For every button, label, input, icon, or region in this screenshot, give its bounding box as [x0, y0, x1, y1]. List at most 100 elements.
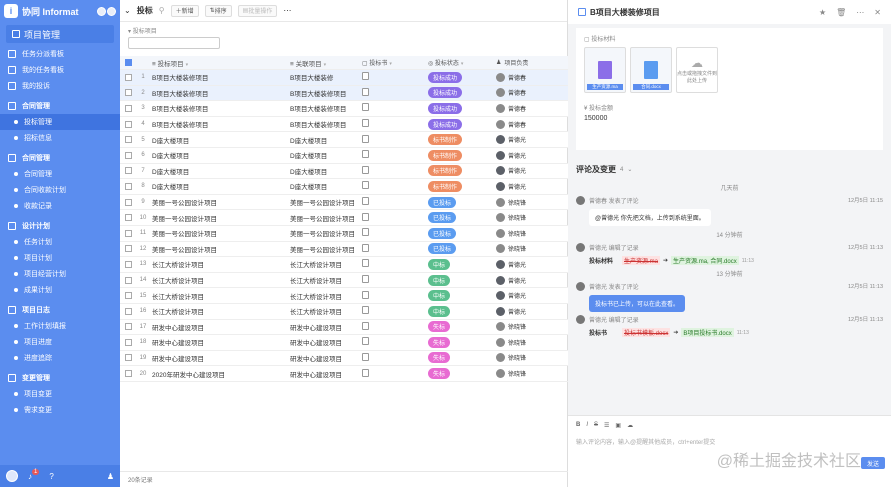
delete-icon[interactable]: 🗑	[836, 8, 846, 17]
image-icon[interactable]: ▣	[615, 422, 621, 429]
bid-name[interactable]: 2020年研发中心建设项目	[150, 369, 288, 379]
row-checkbox[interactable]	[124, 136, 132, 144]
table-row[interactable]: 19 研发中心建设项目 研发中心建设项目 失标 徐晓锋	[120, 350, 568, 367]
row-checkbox[interactable]	[124, 245, 132, 253]
more-icon[interactable]: ⋯	[856, 8, 864, 17]
bid-name[interactable]: 美丽一号公园设计项目	[150, 228, 288, 238]
row-checkbox[interactable]	[124, 89, 132, 97]
table-row[interactable]: 1 B项目大楼装修项目 B项目大楼装修 投标成功 曾德春	[120, 70, 568, 86]
row-checkbox[interactable]	[124, 354, 132, 362]
row-checkbox[interactable]	[124, 104, 132, 112]
related-project[interactable]: B项目大楼装修	[288, 72, 356, 82]
file-icon[interactable]	[362, 103, 369, 112]
bid-name[interactable]: 美丽一号公园设计项目	[150, 197, 288, 207]
link-icon[interactable]: ⚲	[159, 6, 165, 15]
sidebar-item[interactable]: 变更管理	[0, 370, 120, 386]
bid-name[interactable]: D座大楼项目	[150, 181, 288, 191]
related-project[interactable]: 美丽一号公园设计项目	[288, 244, 356, 254]
table-row[interactable]: 6 D座大楼项目 D座大楼项目 标书制作 曾德光	[120, 148, 568, 164]
table-row[interactable]: 10 美丽一号公园设计项目 美丽一号公园设计项目 已投标 徐晓锋	[120, 210, 568, 226]
row-checkbox[interactable]	[124, 338, 132, 346]
bid-name[interactable]: 研发中心建设项目	[150, 353, 288, 363]
file-icon[interactable]	[362, 275, 369, 284]
table-row[interactable]: 17 研发中心建设项目 研发中心建设项目 失标 徐晓锋	[120, 319, 568, 336]
bid-name[interactable]: 长江大桥设计项目	[150, 306, 288, 316]
file-icon[interactable]	[362, 259, 369, 268]
row-checkbox[interactable]	[124, 214, 132, 222]
sidebar-item[interactable]: 收款记录	[0, 198, 120, 214]
sidebar-item[interactable]: 合同管理	[0, 98, 120, 114]
related-project[interactable]: 长江大桥设计项目	[288, 275, 356, 285]
table-row[interactable]: 13 长江大桥设计项目 长江大桥设计项目 中标 曾德光	[120, 257, 568, 273]
collapse-icon[interactable]: ⌄	[124, 6, 131, 15]
bold-icon[interactable]: B	[576, 422, 580, 429]
row-checkbox[interactable]	[124, 120, 132, 128]
italic-icon[interactable]: I	[586, 422, 588, 429]
sidebar-item[interactable]: 合同管理	[0, 150, 120, 166]
related-project[interactable]: B项目大楼装修项目	[288, 88, 356, 98]
sidebar-item[interactable]: 设计计划	[0, 218, 120, 234]
row-checkbox[interactable]	[124, 151, 132, 159]
table-row[interactable]: 11 美丽一号公园设计项目 美丽一号公园设计项目 已投标 徐晓锋	[120, 225, 568, 242]
sidebar-item[interactable]: 项目进度	[0, 334, 120, 350]
attachment-file[interactable]: 合同.docx	[630, 47, 672, 93]
select-all-checkbox[interactable]	[124, 59, 132, 66]
row-checkbox[interactable]	[124, 260, 132, 268]
sidebar-item[interactable]: 合同管理	[0, 166, 120, 182]
sidebar-item[interactable]: 成果计划	[0, 282, 120, 298]
sidebar-item[interactable]: 需求变更	[0, 402, 120, 418]
sort-button[interactable]: ⇅ 排序	[204, 4, 232, 17]
related-project[interactable]: 研发中心建设项目	[288, 369, 356, 379]
more-icon[interactable]: ⋯	[283, 6, 291, 15]
related-project[interactable]: 长江大桥设计项目	[288, 291, 356, 301]
related-project[interactable]: 美丽一号公园设计项目	[288, 197, 356, 207]
related-project[interactable]: D座大楼项目	[288, 181, 356, 191]
close-icon[interactable]: ✕	[874, 8, 881, 17]
search-input[interactable]	[128, 37, 220, 49]
sidebar-item[interactable]: 工作计划填报	[0, 318, 120, 334]
table-row[interactable]: 8 D座大楼项目 D座大楼项目 标书制作 曾德光	[120, 179, 568, 195]
file-icon[interactable]	[362, 134, 369, 143]
bid-name[interactable]: 研发中心建设项目	[150, 337, 288, 347]
bid-name[interactable]: 研发中心建设项目	[150, 322, 288, 332]
sidebar-item[interactable]: 合同收款计划	[0, 182, 120, 198]
related-project[interactable]: D座大楼项目	[288, 166, 356, 176]
cloud-icon[interactable]: ☁	[627, 422, 633, 429]
header-status[interactable]: ◎ 投标状态 ▾	[424, 58, 494, 67]
sidebar-item[interactable]: 招标信息	[0, 130, 120, 146]
table-row[interactable]: 4 B项目大楼装修项目 B项目大楼装修项目 投标成功 曾德春	[120, 117, 568, 133]
bid-name[interactable]: 美丽一号公园设计项目	[150, 213, 288, 223]
row-checkbox[interactable]	[124, 73, 132, 81]
header-name[interactable]: ≡ 投标项目 ▾	[150, 58, 288, 68]
bid-name[interactable]: B项目大楼装修项目	[150, 103, 288, 113]
file-icon[interactable]	[362, 352, 369, 361]
bid-name[interactable]: 美丽一号公园设计项目	[150, 244, 288, 254]
bid-name[interactable]: D座大楼项目	[150, 166, 288, 176]
sidebar-item[interactable]: 我的投诉	[0, 78, 120, 94]
file-icon[interactable]	[362, 119, 369, 128]
new-button[interactable]: ＋ 新增	[170, 4, 199, 17]
row-checkbox[interactable]	[124, 307, 132, 315]
bid-name[interactable]: B项目大楼装修项目	[150, 88, 288, 98]
related-project[interactable]: D座大楼项目	[288, 135, 356, 145]
row-checkbox[interactable]	[124, 292, 132, 300]
table-row[interactable]: 16 长江大桥设计项目 长江大桥设计项目 中标 曾德光	[120, 304, 568, 320]
list-icon[interactable]: ☰	[604, 422, 609, 429]
sidebar-item[interactable]: 项目日志	[0, 302, 120, 318]
file-icon[interactable]	[362, 321, 369, 330]
bid-name[interactable]: B项目大楼装修项目	[150, 119, 288, 129]
bid-name[interactable]: B项目大楼装修项目	[150, 72, 288, 82]
help-icon[interactable]: ?	[49, 472, 53, 481]
related-project[interactable]: 研发中心建设项目	[288, 353, 356, 363]
file-icon[interactable]	[362, 368, 369, 377]
upload-area[interactable]: ☁ 点击或拖拽文件到此处上传	[676, 47, 718, 93]
row-checkbox[interactable]	[124, 167, 132, 175]
file-icon[interactable]	[362, 197, 369, 206]
sidebar-item[interactable]: 任务分派看板	[0, 46, 120, 62]
sidebar-item[interactable]: 任务计划	[0, 234, 120, 250]
team-avatars[interactable]	[97, 6, 116, 16]
related-project[interactable]: B项目大楼装修项目	[288, 103, 356, 113]
related-project[interactable]: 长江大桥设计项目	[288, 259, 356, 269]
sidebar-item[interactable]: 我的任务看板	[0, 62, 120, 78]
strike-icon[interactable]: S	[594, 422, 598, 429]
